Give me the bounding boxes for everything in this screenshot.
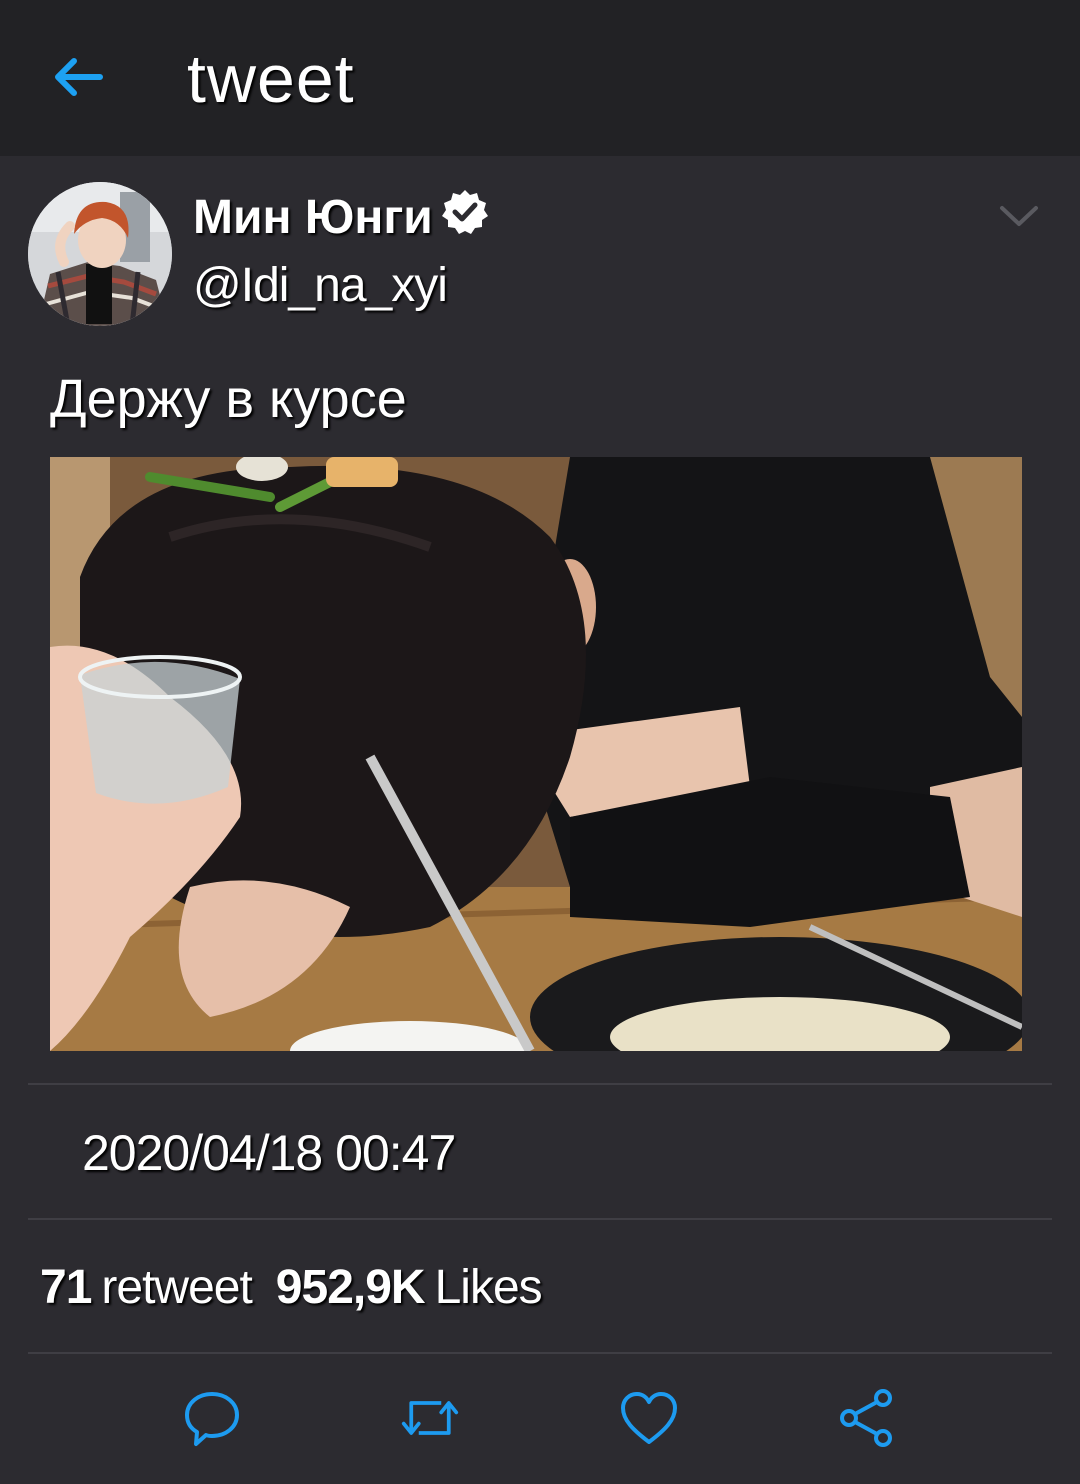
retweet-label[interactable]: retweet bbox=[101, 1260, 252, 1315]
chevron-down-icon[interactable] bbox=[996, 196, 1042, 236]
likes-count[interactable]: 952,9K bbox=[276, 1260, 426, 1315]
retweet-icon bbox=[401, 1401, 459, 1435]
author-display-name[interactable]: Мин Юнги bbox=[193, 190, 433, 245]
top-app-bar: tweet bbox=[0, 0, 1080, 156]
retweet-button[interactable] bbox=[400, 1388, 460, 1448]
share-button[interactable] bbox=[837, 1388, 897, 1448]
reply-button[interactable] bbox=[182, 1388, 242, 1448]
likes-label[interactable]: Likes bbox=[435, 1260, 543, 1315]
divider bbox=[28, 1083, 1052, 1085]
arrow-left-icon bbox=[55, 58, 103, 96]
page-title: tweet bbox=[187, 41, 355, 117]
avatar[interactable] bbox=[28, 182, 172, 326]
back-button[interactable] bbox=[40, 45, 116, 109]
retweet-count[interactable]: 71 bbox=[40, 1260, 92, 1315]
tweet-timestamp: 2020/04/18 00:47 bbox=[82, 1125, 456, 1181]
author-handle[interactable]: @Idi_na_xyi bbox=[193, 258, 448, 313]
tweet-photo[interactable] bbox=[50, 457, 1022, 1051]
verified-badge-icon bbox=[442, 190, 488, 234]
heart-icon bbox=[621, 1392, 677, 1444]
share-icon bbox=[840, 1389, 892, 1447]
tweet-stats: 71 retweet 952,9K Likes bbox=[40, 1260, 543, 1315]
tweet-text: Держу в курсе bbox=[50, 369, 407, 429]
divider bbox=[28, 1352, 1052, 1354]
like-button[interactable] bbox=[619, 1388, 679, 1448]
divider bbox=[28, 1218, 1052, 1220]
reply-icon bbox=[185, 1392, 239, 1446]
